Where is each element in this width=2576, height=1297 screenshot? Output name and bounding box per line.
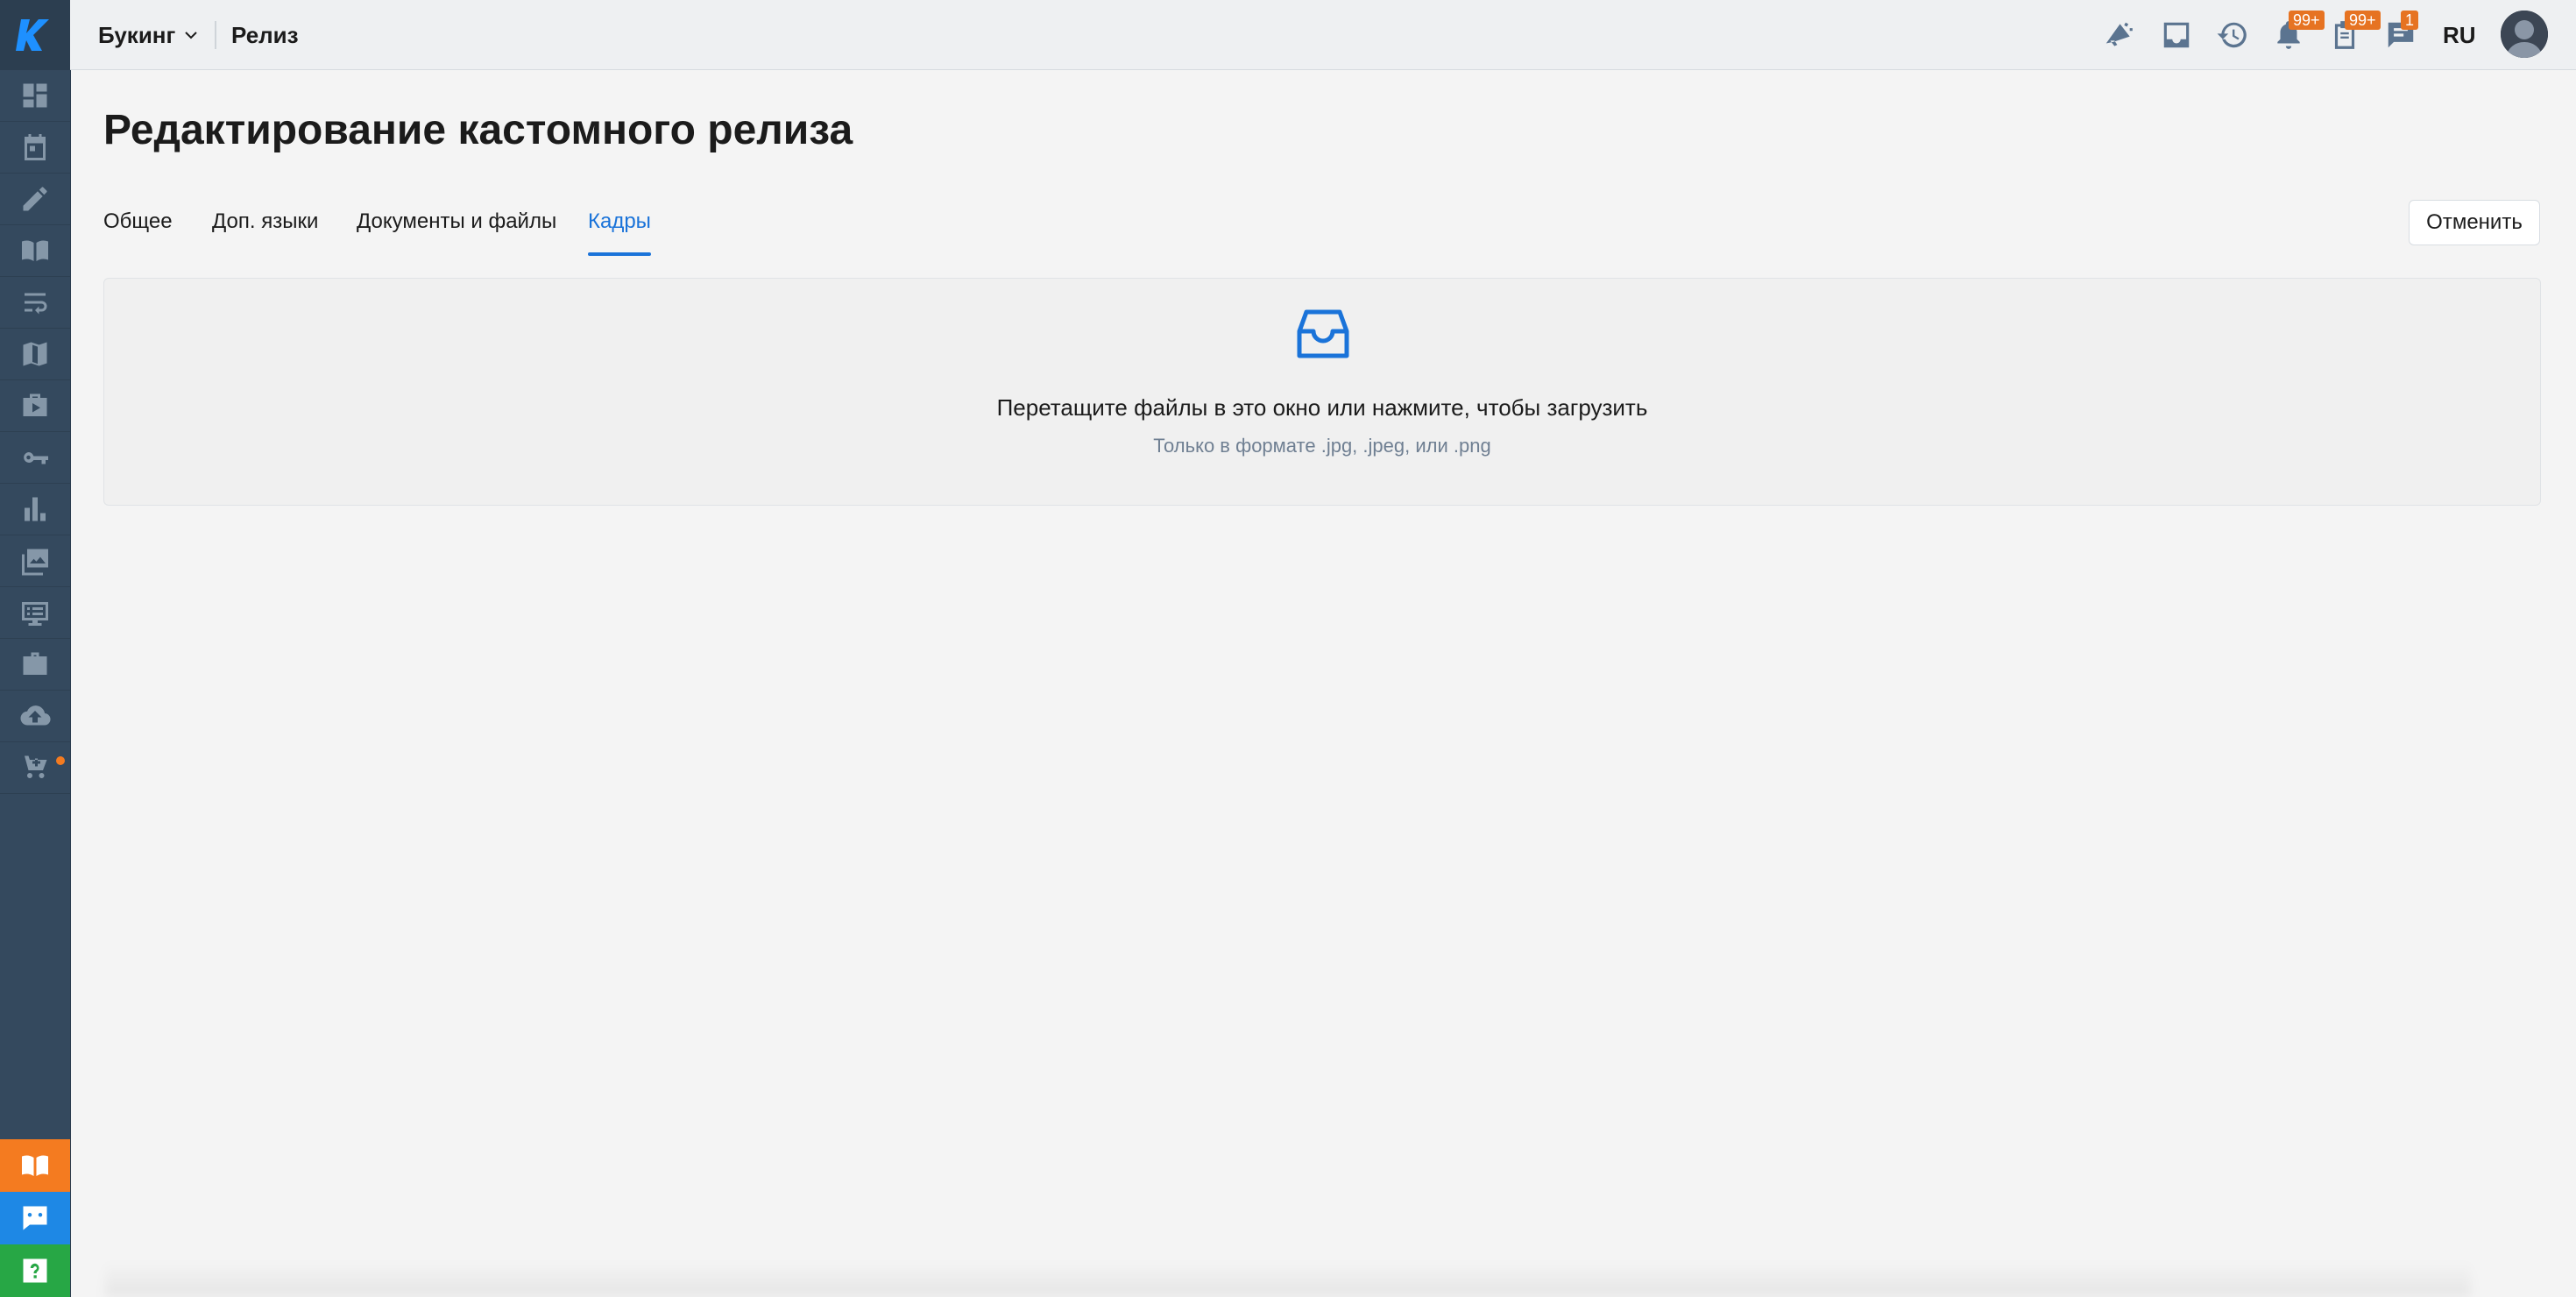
logo-icon bbox=[16, 19, 49, 51]
inbox-icon bbox=[2163, 22, 2190, 48]
file-dropzone[interactable]: Перетащите файлы в это окно или нажмите,… bbox=[103, 278, 2541, 506]
user-silhouette-icon bbox=[2501, 11, 2548, 58]
dropzone-title: Перетащите файлы в это окно или нажмите,… bbox=[996, 394, 1648, 421]
sidebar-item-map[interactable] bbox=[0, 329, 70, 380]
language-switcher[interactable]: RU bbox=[2443, 19, 2476, 51]
briefcase-icon bbox=[23, 652, 47, 675]
sidebar-item-dashboard[interactable] bbox=[0, 70, 70, 122]
chevron-down-icon bbox=[185, 32, 198, 39]
megaphone-icon bbox=[2105, 22, 2133, 46]
list-icon bbox=[22, 602, 48, 626]
tasks-badge: 99+ bbox=[2345, 11, 2381, 30]
tab-documents-files[interactable]: Документы и файлы bbox=[357, 203, 556, 256]
wrap-icon bbox=[25, 293, 47, 315]
sidebar-item-analytics[interactable] bbox=[0, 484, 70, 535]
notification-dot bbox=[56, 756, 65, 765]
knowledge-base-button[interactable] bbox=[0, 1139, 70, 1192]
messages-badge: 1 bbox=[2401, 11, 2419, 30]
announcements-button[interactable] bbox=[2101, 18, 2136, 53]
top-bar: Букинг Релиз bbox=[70, 0, 2576, 70]
sidebar-item-keys[interactable] bbox=[0, 432, 70, 484]
sidebar-item-portfolio[interactable] bbox=[0, 639, 70, 691]
notifications-button[interactable]: 99+ bbox=[2271, 11, 2325, 53]
chart-icon bbox=[25, 497, 46, 521]
project-name: Букинг bbox=[98, 21, 176, 48]
sidebar-item-cart[interactable] bbox=[0, 742, 70, 794]
footer-shadow bbox=[105, 1262, 2471, 1297]
key-icon bbox=[24, 451, 48, 464]
cart-icon bbox=[20, 755, 47, 778]
inbox-button[interactable] bbox=[2159, 18, 2194, 53]
tasks-button[interactable]: 99+ bbox=[2327, 11, 2381, 53]
project-switcher[interactable]: Букинг bbox=[98, 19, 200, 51]
tab-general[interactable]: Общее bbox=[103, 203, 173, 256]
support-chat-icon bbox=[23, 1206, 47, 1230]
history-button[interactable] bbox=[2215, 18, 2250, 53]
photos-icon bbox=[22, 549, 48, 576]
pencil-icon bbox=[23, 187, 47, 211]
sidebar-item-calendar[interactable] bbox=[0, 122, 70, 174]
help-icon bbox=[23, 1258, 47, 1283]
sidebar-item-wrap[interactable] bbox=[0, 277, 70, 329]
sidebar-item-edit[interactable] bbox=[0, 174, 70, 225]
media-icon bbox=[23, 393, 47, 416]
calendar-icon bbox=[25, 134, 46, 160]
notifications-badge: 99+ bbox=[2289, 11, 2325, 30]
sidebar bbox=[0, 0, 71, 1297]
cancel-button[interactable]: Отменить bbox=[2409, 200, 2540, 245]
sidebar-item-library[interactable] bbox=[0, 225, 70, 277]
sidebar-item-list[interactable] bbox=[0, 587, 70, 639]
inbox-icon bbox=[1297, 309, 1349, 358]
upload-icon bbox=[20, 705, 51, 726]
tab-frames[interactable]: Кадры bbox=[588, 203, 651, 256]
book-icon bbox=[22, 1155, 48, 1176]
map-icon bbox=[23, 342, 47, 366]
support-chat-button[interactable] bbox=[0, 1192, 70, 1244]
messages-button[interactable]: 1 bbox=[2383, 11, 2419, 53]
sidebar-item-media[interactable] bbox=[0, 380, 70, 432]
app-logo[interactable] bbox=[0, 0, 70, 70]
tab-extra-languages[interactable]: Доп. языки bbox=[212, 203, 318, 256]
dashboard-icon bbox=[23, 83, 47, 108]
help-button[interactable] bbox=[0, 1244, 70, 1297]
avatar[interactable] bbox=[2501, 11, 2548, 58]
dropzone-hint: Только в формате .jpg, .jpeg, или .png bbox=[1153, 435, 1491, 457]
sidebar-item-photos[interactable] bbox=[0, 535, 70, 587]
divider bbox=[215, 21, 216, 49]
page-title: Редактирование кастомного релиза bbox=[103, 107, 853, 153]
breadcrumb[interactable]: Релиз bbox=[231, 19, 299, 51]
history-icon bbox=[2217, 22, 2247, 48]
sidebar-item-upload[interactable] bbox=[0, 691, 70, 742]
book-icon bbox=[22, 240, 48, 261]
